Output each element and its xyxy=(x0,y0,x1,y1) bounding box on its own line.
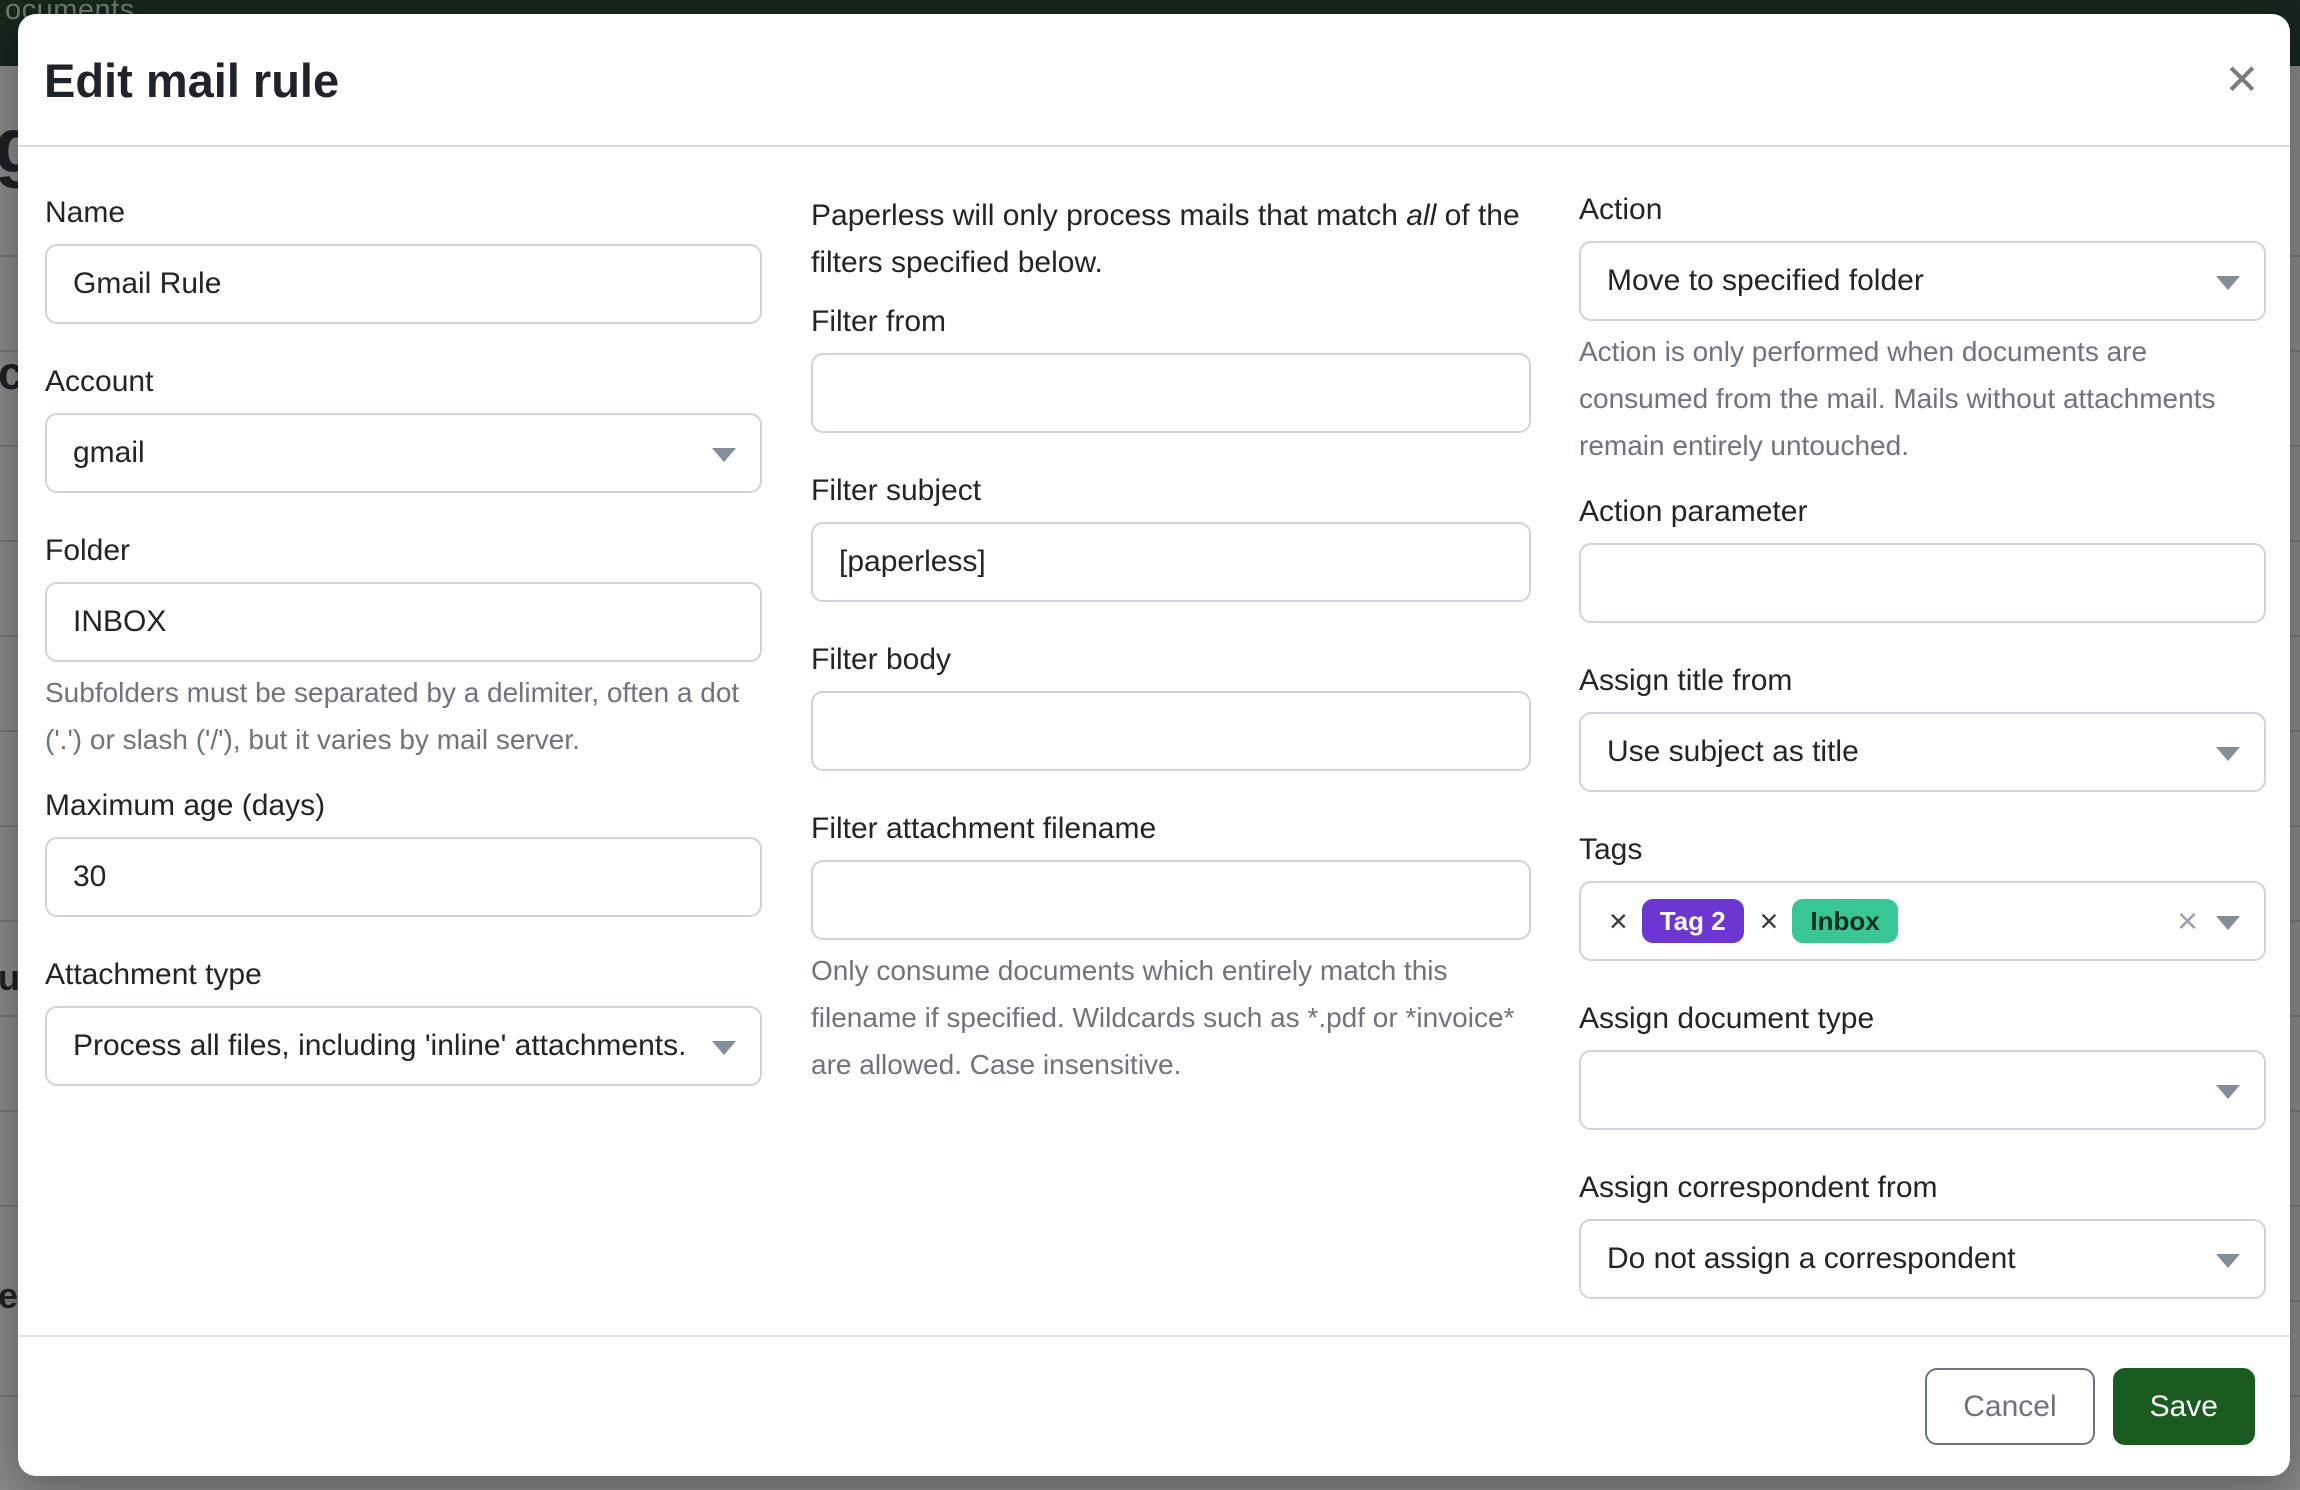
column-filters: Paperless will only process mails that m… xyxy=(811,149,1531,1113)
account-label: Account xyxy=(45,364,762,400)
tags-label: Tags xyxy=(1579,832,2266,868)
dialog-footer: Cancel Save xyxy=(18,1335,2290,1476)
close-button[interactable]: ✕ xyxy=(2216,54,2268,106)
action-help-text: Action is only performed when documents … xyxy=(1579,328,2266,469)
filter-body-input[interactable] xyxy=(811,691,1531,771)
assign-doctype-select[interactable] xyxy=(1579,1050,2266,1130)
filter-body-label: Filter body xyxy=(811,642,1531,678)
name-label: Name xyxy=(45,195,762,231)
backdrop-right-strip xyxy=(2290,66,2300,1490)
assign-doctype-label: Assign document type xyxy=(1579,1001,2266,1037)
filter-filename-help-text: Only consume documents which entirely ma… xyxy=(811,947,1531,1088)
folder-input[interactable] xyxy=(45,582,762,662)
caret-down-icon xyxy=(2216,747,2240,761)
caret-down-icon xyxy=(2216,916,2240,930)
attachment-type-selected-value: Process all files, including 'inline' at… xyxy=(73,1029,734,1063)
account-selected-value: gmail xyxy=(73,436,734,470)
assign-correspondent-label: Assign correspondent from xyxy=(1579,1170,2266,1206)
intro-italic-word: all xyxy=(1406,199,1436,232)
dialog-title: Edit mail rule xyxy=(44,52,2290,110)
assign-title-select[interactable]: Use subject as title xyxy=(1579,712,2266,792)
filter-from-input[interactable] xyxy=(811,353,1531,433)
attachment-type-select[interactable]: Process all files, including 'inline' at… xyxy=(45,1006,762,1086)
action-select[interactable]: Move to specified folder xyxy=(1579,241,2266,321)
filters-intro-text: Paperless will only process mails that m… xyxy=(811,192,1531,286)
action-label: Action xyxy=(1579,192,2266,228)
backdrop-row-lines xyxy=(2290,162,2300,1402)
assign-correspondent-selected-value: Do not assign a correspondent xyxy=(1607,1242,2238,1276)
backdrop-letter-fragment: co xyxy=(0,350,18,396)
remove-tag-icon[interactable]: × xyxy=(1760,905,1779,937)
column-general: Name Account gmail Folder Subfolders mus… xyxy=(45,149,762,1126)
tags-select[interactable]: × Tag 2 × Inbox × xyxy=(1579,881,2266,961)
caret-down-icon xyxy=(712,448,736,462)
remove-tag-icon[interactable]: × xyxy=(1609,905,1628,937)
filter-subject-input[interactable] xyxy=(811,522,1531,602)
column-action: Action Move to specified folder Action i… xyxy=(1579,149,2266,1339)
action-parameter-label: Action parameter xyxy=(1579,494,2266,530)
screen: ocuments g co u e Edit mail rule ✕ Name … xyxy=(0,0,2300,1490)
tag-chip: Tag 2 xyxy=(1642,899,1744,943)
max-age-label: Maximum age (days) xyxy=(45,788,762,824)
tag-chip: Inbox xyxy=(1792,899,1897,943)
assign-correspondent-select[interactable]: Do not assign a correspondent xyxy=(1579,1219,2266,1299)
filter-from-label: Filter from xyxy=(811,304,1531,340)
action-parameter-input[interactable] xyxy=(1579,543,2266,623)
action-selected-value: Move to specified folder xyxy=(1607,264,2238,298)
backdrop-letter-fragment: g xyxy=(0,106,18,184)
max-age-input[interactable] xyxy=(45,837,762,917)
clear-tags-icon[interactable]: × xyxy=(2177,903,2198,939)
name-input[interactable] xyxy=(45,244,762,324)
cancel-button[interactable]: Cancel xyxy=(1925,1368,2094,1445)
assign-title-selected-value: Use subject as title xyxy=(1607,735,2238,769)
account-select[interactable]: gmail xyxy=(45,413,762,493)
dialog-header: Edit mail rule ✕ xyxy=(18,14,2290,147)
filter-filename-input[interactable] xyxy=(811,860,1531,940)
backdrop-left-strip: g co u e xyxy=(0,66,18,1490)
caret-down-icon xyxy=(712,1041,736,1055)
save-button[interactable]: Save xyxy=(2113,1368,2255,1445)
caret-down-icon xyxy=(2216,1254,2240,1268)
filter-filename-label: Filter attachment filename xyxy=(811,811,1531,847)
edit-mail-rule-dialog: Edit mail rule ✕ Name Account gmail Fold… xyxy=(18,14,2290,1476)
folder-help-text: Subfolders must be separated by a delimi… xyxy=(45,669,762,763)
assign-title-label: Assign title from xyxy=(1579,663,2266,699)
backdrop-letter-fragment: u xyxy=(0,960,18,996)
attachment-type-label: Attachment type xyxy=(45,957,762,993)
close-icon: ✕ xyxy=(2224,59,2259,101)
caret-down-icon xyxy=(2216,276,2240,290)
backdrop-letter-fragment: e xyxy=(0,1278,18,1314)
filter-subject-label: Filter subject xyxy=(811,473,1531,509)
caret-down-icon xyxy=(2216,1085,2240,1099)
folder-label: Folder xyxy=(45,533,762,569)
